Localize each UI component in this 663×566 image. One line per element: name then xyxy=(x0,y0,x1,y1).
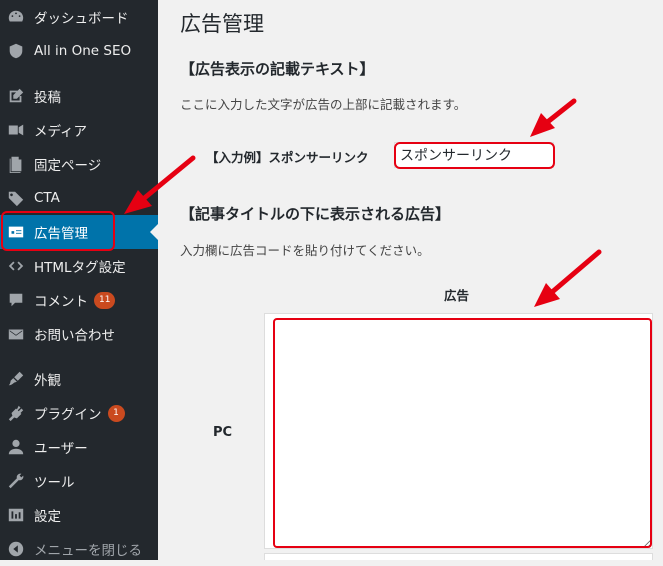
annotation-highlight-sidebar xyxy=(1,211,115,251)
sidebar-item-comments[interactable]: コメント 11 xyxy=(0,283,158,317)
sidebar-item-aioseo[interactable]: All in One SEO xyxy=(0,34,158,68)
mail-icon xyxy=(6,324,26,344)
sidebar-item-label: HTMLタグ設定 xyxy=(34,260,126,276)
active-menu-pointer xyxy=(150,224,158,240)
tool-icon xyxy=(6,471,26,491)
sidebar-item-html-tags[interactable]: HTMLタグ設定 xyxy=(0,249,158,283)
sidebar-item-label: お問い合わせ xyxy=(34,328,115,344)
dashboard-icon xyxy=(6,7,26,27)
sidebar-item-label: ユーザー xyxy=(34,441,88,457)
sidebar-item-appearance[interactable]: 外観 xyxy=(0,362,158,396)
annotation-highlight-input xyxy=(394,142,555,169)
shield-icon xyxy=(6,41,26,61)
plugin-update-badge: 1 xyxy=(107,404,125,422)
settings-icon xyxy=(6,505,26,525)
post-icon xyxy=(6,86,26,106)
section-description: 入力欄に広告コードを貼り付けてください。 xyxy=(180,243,430,258)
sidebar-item-cta[interactable]: CTA xyxy=(0,181,158,215)
tag-icon xyxy=(6,188,26,208)
section-description: ここに入力した文字が広告の上部に記載されます。 xyxy=(180,97,467,112)
section-title-ad-label-text: 【広告表示の記載テキスト】 xyxy=(180,60,375,78)
sidebar-item-contact[interactable]: お問い合わせ xyxy=(0,317,158,351)
comment-icon xyxy=(6,290,26,310)
sidebar-item-label: 投稿 xyxy=(34,90,61,106)
sidebar-item-label: 外観 xyxy=(34,373,61,389)
sidebar-item-tools[interactable]: ツール xyxy=(0,464,158,498)
user-icon xyxy=(6,437,26,457)
page-icon xyxy=(6,154,26,174)
sidebar-item-media[interactable]: メディア xyxy=(0,113,158,147)
sidebar-item-label: メニューを閉じる xyxy=(34,543,142,559)
collapse-icon xyxy=(6,539,26,559)
annotation-highlight-textarea xyxy=(273,318,652,548)
sidebar-item-label: メディア xyxy=(34,124,88,140)
pc-row-label: PC xyxy=(213,425,233,440)
admin-sidebar: ダッシュボード All in One SEO 投稿 メディア 固定ページ CTA… xyxy=(0,0,158,560)
page-title: 広告管理 xyxy=(180,12,264,36)
sidebar-item-dashboard[interactable]: ダッシュボード xyxy=(0,0,158,34)
sidebar-item-label: CTA xyxy=(34,190,60,206)
sidebar-item-users[interactable]: ユーザー xyxy=(0,430,158,464)
sidebar-item-label: プラグイン xyxy=(34,407,102,423)
ad-label-example: 【入力例】スポンサーリンク xyxy=(206,150,369,165)
media-icon xyxy=(6,120,26,140)
sidebar-item-label: ダッシュボード xyxy=(34,11,129,27)
sidebar-item-label: コメント xyxy=(34,294,88,310)
sidebar-item-label: 固定ページ xyxy=(34,158,102,174)
sidebar-collapse-menu[interactable]: メニューを閉じる xyxy=(0,532,158,566)
next-row-edge xyxy=(264,553,653,560)
plugin-icon xyxy=(6,403,26,423)
sidebar-item-pages[interactable]: 固定ページ xyxy=(0,147,158,181)
sidebar-item-plugins[interactable]: プラグイン 1 xyxy=(0,396,158,430)
sidebar-item-label: 設定 xyxy=(34,509,61,525)
sidebar-item-label: All in One SEO xyxy=(34,43,132,59)
appearance-icon xyxy=(6,369,26,389)
ad-column-header: 広告 xyxy=(444,288,470,303)
sidebar-item-posts[interactable]: 投稿 xyxy=(0,79,158,113)
code-icon xyxy=(6,256,26,276)
sidebar-item-settings[interactable]: 設定 xyxy=(0,498,158,532)
section-title-below-title-ad: 【記事タイトルの下に表示される広告】 xyxy=(180,205,451,223)
sidebar-item-label: ツール xyxy=(34,475,75,491)
comment-count-badge: 11 xyxy=(94,291,116,309)
